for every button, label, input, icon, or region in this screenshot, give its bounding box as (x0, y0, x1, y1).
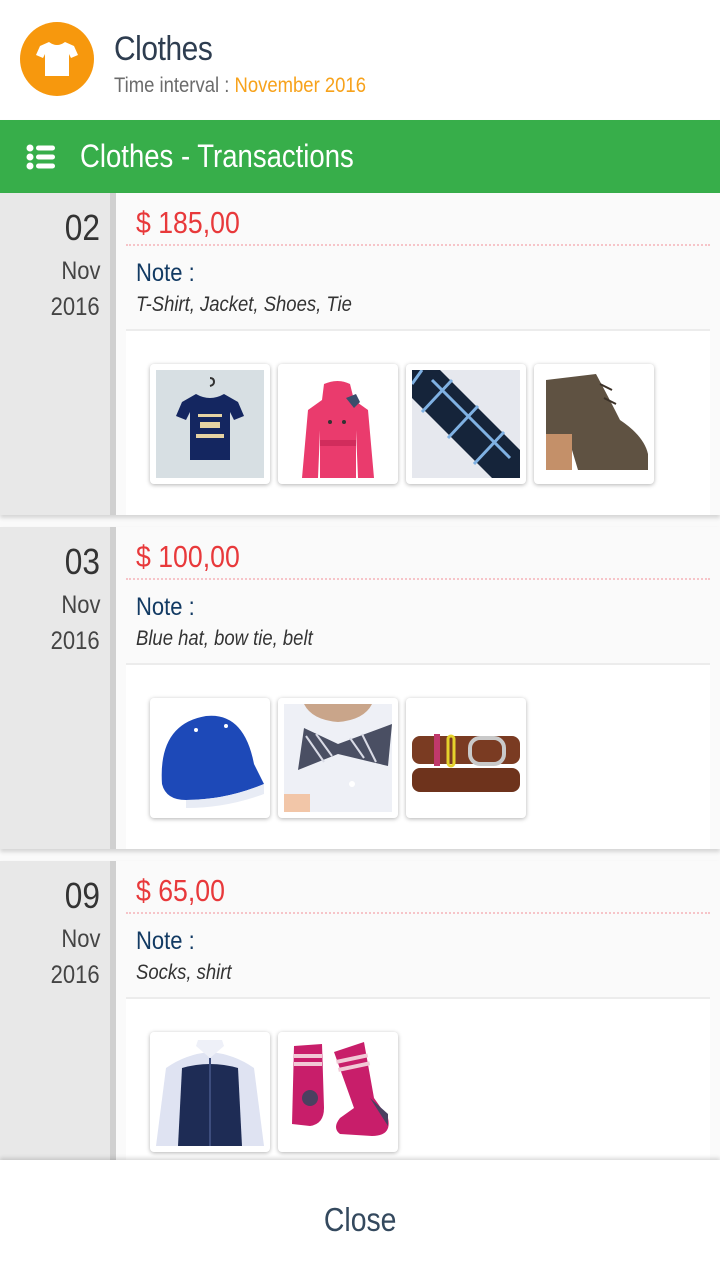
image-gallery (126, 997, 710, 1183)
transaction-card[interactable]: 02 Nov 2016 $ 185,00 Note : T-Shirt, Jac… (0, 193, 720, 515)
socks-image[interactable] (278, 1032, 398, 1152)
tie-image[interactable] (406, 364, 526, 484)
divider (126, 244, 710, 246)
date-day: 02 (64, 207, 100, 248)
date-column: 02 Nov 2016 (0, 193, 116, 515)
date-month: Nov (60, 257, 100, 285)
time-interval-label: Time interval : (114, 74, 235, 97)
time-interval-value: November 2016 (234, 74, 366, 97)
transaction-content: $ 65,00 Note : Socks, shirt (126, 861, 710, 1183)
transaction-card[interactable]: 09 Nov 2016 $ 65,00 Note : Socks, shirt (0, 861, 720, 1183)
transaction-amount: $ 65,00 (136, 873, 225, 908)
image-gallery (126, 329, 710, 515)
note-text: T-Shirt, Jacket, Shoes, Tie (136, 293, 352, 316)
note-label: Note : (136, 927, 195, 955)
list-icon[interactable] (26, 144, 56, 170)
close-button[interactable]: Close (0, 1160, 720, 1280)
toolbar: Clothes - Transactions (0, 120, 720, 193)
date-column: 09 Nov 2016 (0, 861, 116, 1183)
date-month: Nov (60, 925, 100, 953)
footer: Close (0, 1160, 720, 1280)
category-title: Clothes (114, 30, 213, 68)
date-year: 2016 (51, 293, 100, 321)
image-gallery (126, 663, 710, 849)
shirt-image[interactable] (150, 1032, 270, 1152)
divider (126, 912, 710, 914)
transaction-amount: $ 100,00 (136, 539, 240, 574)
transaction-content: $ 100,00 Note : Blue hat, bow tie, belt (126, 527, 710, 849)
date-day: 09 (64, 875, 100, 916)
date-day: 03 (64, 541, 100, 582)
divider (126, 578, 710, 580)
pink-jacket-image[interactable] (278, 364, 398, 484)
date-column: 03 Nov 2016 (0, 527, 116, 849)
date-year: 2016 (51, 961, 100, 989)
t-shirt-image[interactable] (150, 364, 270, 484)
note-text: Socks, shirt (136, 961, 232, 984)
note-text: Blue hat, bow tie, belt (136, 627, 313, 650)
note-label: Note : (136, 593, 195, 621)
header: Clothes Time interval : November 2016 (0, 0, 720, 120)
note-label: Note : (136, 259, 195, 287)
transaction-amount: $ 185,00 (136, 205, 240, 240)
transaction-card[interactable]: 03 Nov 2016 $ 100,00 Note : Blue hat, bo… (0, 527, 720, 849)
transaction-list: 02 Nov 2016 $ 185,00 Note : T-Shirt, Jac… (0, 193, 720, 1195)
date-year: 2016 (51, 627, 100, 655)
transaction-content: $ 185,00 Note : T-Shirt, Jacket, Shoes, … (126, 193, 710, 515)
tshirt-icon (36, 42, 78, 76)
category-avatar (20, 22, 94, 96)
toolbar-title: Clothes - Transactions (80, 138, 354, 174)
time-interval: Time interval : November 2016 (114, 74, 366, 98)
date-month: Nov (60, 591, 100, 619)
shoe-image[interactable] (534, 364, 654, 484)
belt-image[interactable] (406, 698, 526, 818)
close-button-label: Close (323, 1201, 397, 1238)
bow-tie-image[interactable] (278, 698, 398, 818)
blue-cap-image[interactable] (150, 698, 270, 818)
